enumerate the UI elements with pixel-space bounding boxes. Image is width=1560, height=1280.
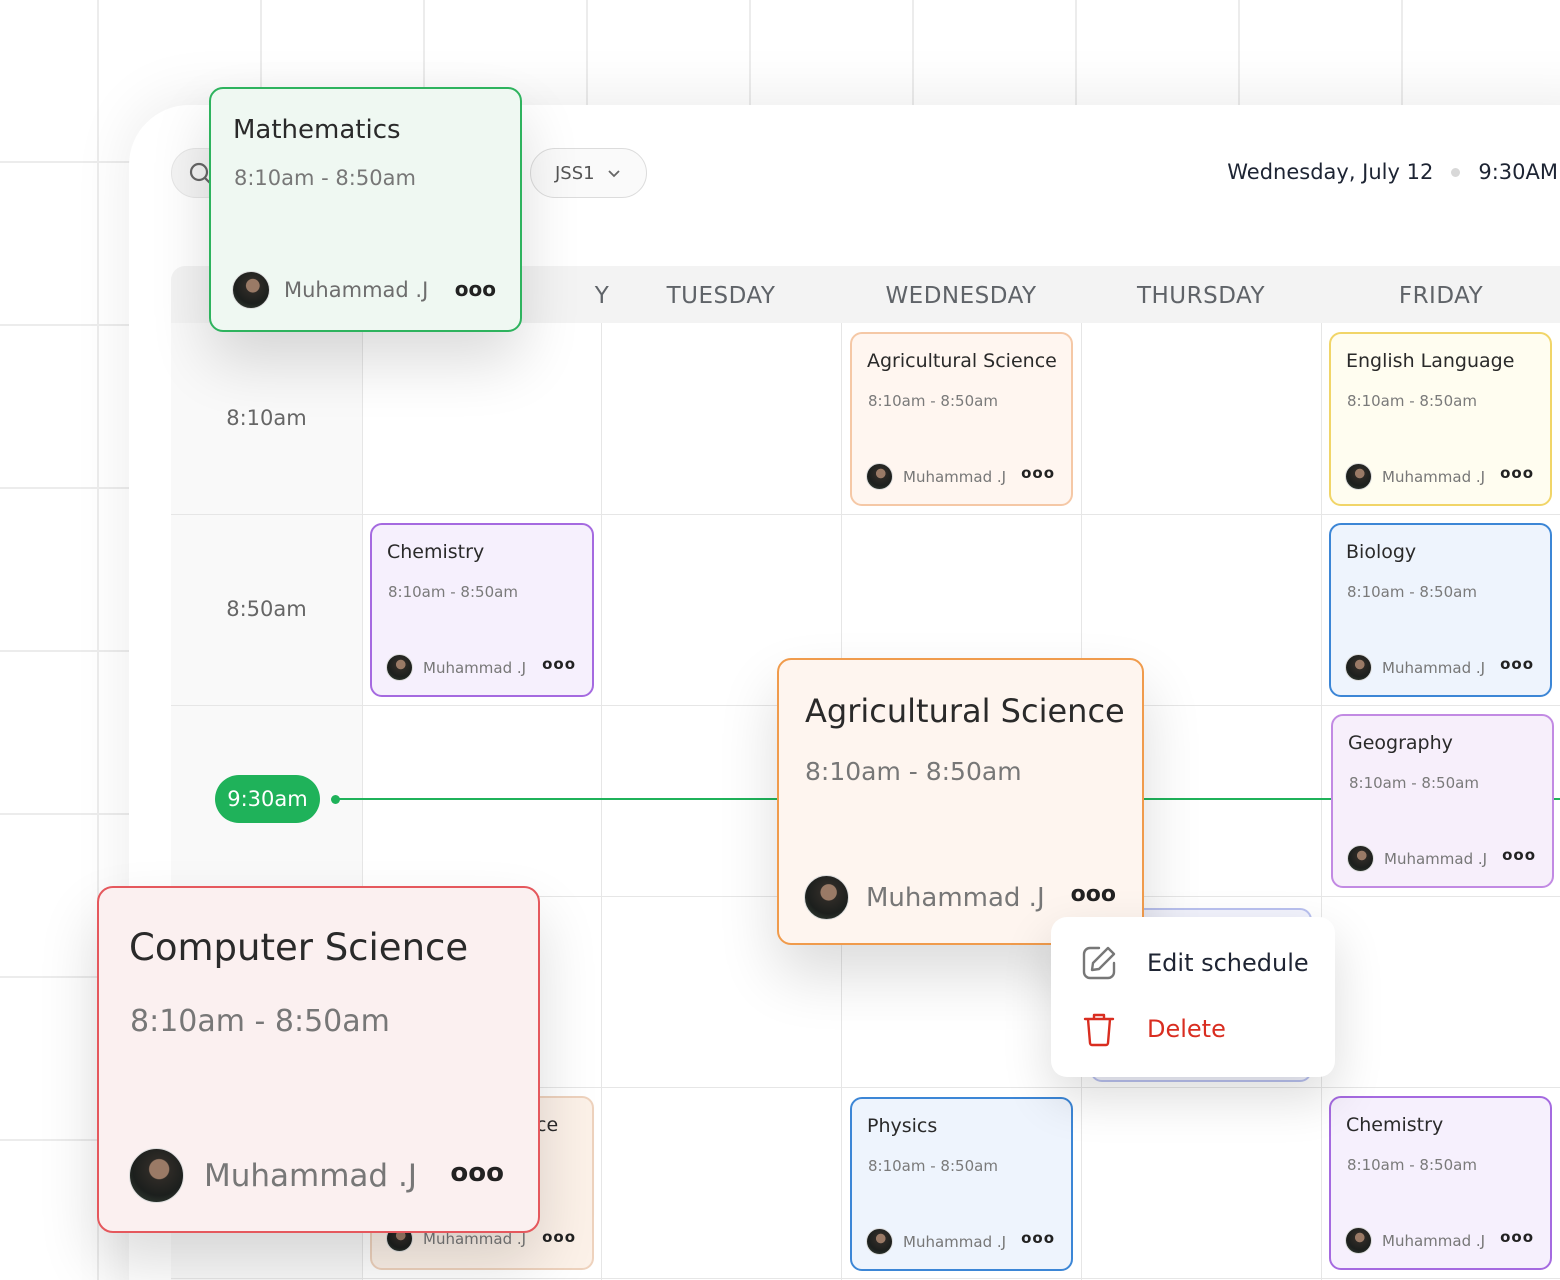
lesson-subject: Chemistry xyxy=(1346,1114,1444,1136)
teacher-name: Muhammad .J xyxy=(1382,467,1486,486)
time-slot-label: 8:10am xyxy=(226,406,307,430)
teacher-name: Muhammad .J xyxy=(866,882,1045,913)
lesson-card-english-language[interactable]: English Language 8:10am - 8:50am Muhamma… xyxy=(1329,332,1552,506)
grid-row-line xyxy=(171,514,1560,515)
lesson-subject: Computer Science xyxy=(129,926,469,969)
lesson-time: 8:10am - 8:50am xyxy=(868,1157,998,1175)
avatar xyxy=(1345,654,1372,681)
chevron-down-icon xyxy=(607,170,620,178)
lesson-subject: Biology xyxy=(1346,541,1417,563)
more-options-icon[interactable]: ooo xyxy=(1500,655,1534,673)
more-options-icon[interactable]: ooo xyxy=(455,277,496,301)
day-header-friday: FRIDAY xyxy=(1398,283,1484,309)
more-options-icon[interactable]: ooo xyxy=(1500,1228,1534,1246)
edit-schedule-label: Edit schedule xyxy=(1147,949,1309,977)
avatar xyxy=(866,463,893,490)
avatar xyxy=(804,875,849,920)
lesson-time: 8:10am - 8:50am xyxy=(1347,1156,1477,1174)
teacher-name: Muhammad .J xyxy=(1382,658,1486,677)
lesson-time: 8:10am - 8:50am xyxy=(1347,583,1477,601)
avatar xyxy=(386,654,413,681)
more-options-icon[interactable]: ooo xyxy=(450,1158,504,1188)
lesson-teacher: Muhammad .J xyxy=(1345,654,1485,681)
floating-card-agricultural-science[interactable]: Agricultural Science 8:10am - 8:50am Muh… xyxy=(777,658,1144,945)
class-filter-select[interactable]: JSS1 xyxy=(530,148,647,198)
time-slot-label: 8:50am xyxy=(226,597,307,621)
lesson-card-biology[interactable]: Biology 8:10am - 8:50am Muhammad .J ooo xyxy=(1329,523,1552,697)
avatar xyxy=(1347,845,1374,872)
grid-column-line xyxy=(1321,323,1322,1280)
teacher-name: Muhammad .J xyxy=(1384,849,1488,868)
current-date: Wednesday, July 12 xyxy=(1227,160,1434,184)
teacher-name: Muhammad .J xyxy=(903,1232,1007,1251)
more-options-icon[interactable]: ooo xyxy=(1021,1229,1055,1247)
separator-dot xyxy=(1451,167,1461,177)
lesson-teacher: Muhammad .J xyxy=(232,271,428,309)
lesson-card-agricultural-science[interactable]: Agricultural Science 8:10am - 8:50am Muh… xyxy=(850,332,1073,506)
lesson-teacher: Muhammad .J xyxy=(1347,845,1487,872)
lesson-time: 8:10am - 8:50am xyxy=(1347,392,1477,410)
lesson-card-chemistry-friday[interactable]: Chemistry 8:10am - 8:50am Muhammad .J oo… xyxy=(1329,1096,1552,1270)
lesson-card-physics[interactable]: Physics 8:10am - 8:50am Muhammad .J ooo xyxy=(850,1097,1073,1271)
current-time-indicator: 9:30am xyxy=(215,775,320,823)
lesson-teacher: Muhammad .J xyxy=(866,463,1006,490)
lesson-teacher: Muhammad .J xyxy=(804,875,1045,920)
lesson-subject: Geography xyxy=(1348,732,1453,754)
avatar xyxy=(1345,463,1372,490)
lesson-time: 8:10am - 8:50am xyxy=(234,166,416,190)
lesson-time: 8:10am - 8:50am xyxy=(1349,774,1479,792)
floating-card-mathematics[interactable]: Mathematics 8:10am - 8:50am Muhammad .J … xyxy=(209,87,522,332)
lesson-teacher: Muhammad .J xyxy=(386,654,526,681)
lesson-subject: Chemistry xyxy=(387,541,485,563)
teacher-name: Muhammad .J xyxy=(284,278,429,302)
day-header-wednesday: WEDNESDAY xyxy=(885,283,1037,309)
teacher-name: Muhammad .J xyxy=(204,1157,417,1194)
grid-column-line xyxy=(601,323,602,1280)
lesson-card-geography[interactable]: Geography 8:10am - 8:50am Muhammad .J oo… xyxy=(1331,714,1554,888)
teacher-name: Muhammad .J xyxy=(1382,1231,1486,1250)
avatar xyxy=(129,1148,184,1203)
more-options-icon[interactable]: ooo xyxy=(1500,464,1534,482)
current-datetime: Wednesday, July 12 9:30AM xyxy=(1227,160,1558,184)
lesson-card-chemistry[interactable]: Chemistry 8:10am - 8:50am Muhammad .J oo… xyxy=(370,523,594,697)
lesson-teacher: Muhammad .J xyxy=(1345,1227,1485,1254)
lesson-subject: Agricultural Science xyxy=(867,350,1057,372)
delete-label: Delete xyxy=(1147,1015,1226,1043)
current-time: 9:30AM xyxy=(1478,160,1558,184)
lesson-subject: Physics xyxy=(867,1115,938,1137)
day-header-tuesday: TUESDAY xyxy=(666,283,776,309)
trash-icon xyxy=(1083,1013,1115,1047)
more-options-icon[interactable]: ooo xyxy=(542,655,576,673)
lesson-teacher: Muhammad .J xyxy=(129,1148,417,1203)
more-options-icon[interactable]: ooo xyxy=(1071,882,1116,907)
teacher-name: Muhammad .J xyxy=(423,658,527,677)
lesson-time: 8:10am - 8:50am xyxy=(130,1004,390,1039)
more-options-icon[interactable]: ooo xyxy=(1021,464,1055,482)
lesson-subject: English Language xyxy=(1346,350,1515,372)
more-options-icon[interactable]: ooo xyxy=(542,1228,576,1246)
grid-row-line xyxy=(171,1278,1560,1279)
lesson-time: 8:10am - 8:50am xyxy=(868,392,998,410)
day-header-thursday: THURSDAY xyxy=(1136,283,1266,309)
context-menu: Edit schedule Delete xyxy=(1051,917,1335,1077)
avatar xyxy=(1345,1227,1372,1254)
lesson-time: 8:10am - 8:50am xyxy=(388,583,518,601)
delete-menu-item[interactable]: Delete xyxy=(1079,1009,1226,1049)
avatar xyxy=(866,1228,893,1255)
lesson-teacher: Muhammad .J xyxy=(866,1228,1006,1255)
current-time-dot xyxy=(331,795,340,804)
more-options-icon[interactable]: ooo xyxy=(1502,846,1536,864)
floating-card-computer-science[interactable]: Computer Science 8:10am - 8:50am Muhamma… xyxy=(97,886,540,1233)
edit-schedule-menu-item[interactable]: Edit schedule xyxy=(1079,943,1309,983)
lesson-time: 8:10am - 8:50am xyxy=(805,757,1022,786)
class-filter-value: JSS1 xyxy=(555,162,595,184)
lesson-subject: Mathematics xyxy=(233,115,401,145)
lesson-teacher: Muhammad .J xyxy=(1345,463,1485,490)
avatar xyxy=(232,271,270,309)
edit-icon xyxy=(1082,946,1116,980)
lesson-subject: Agricultural Science xyxy=(805,692,1125,730)
teacher-name: Muhammad .J xyxy=(903,467,1007,486)
